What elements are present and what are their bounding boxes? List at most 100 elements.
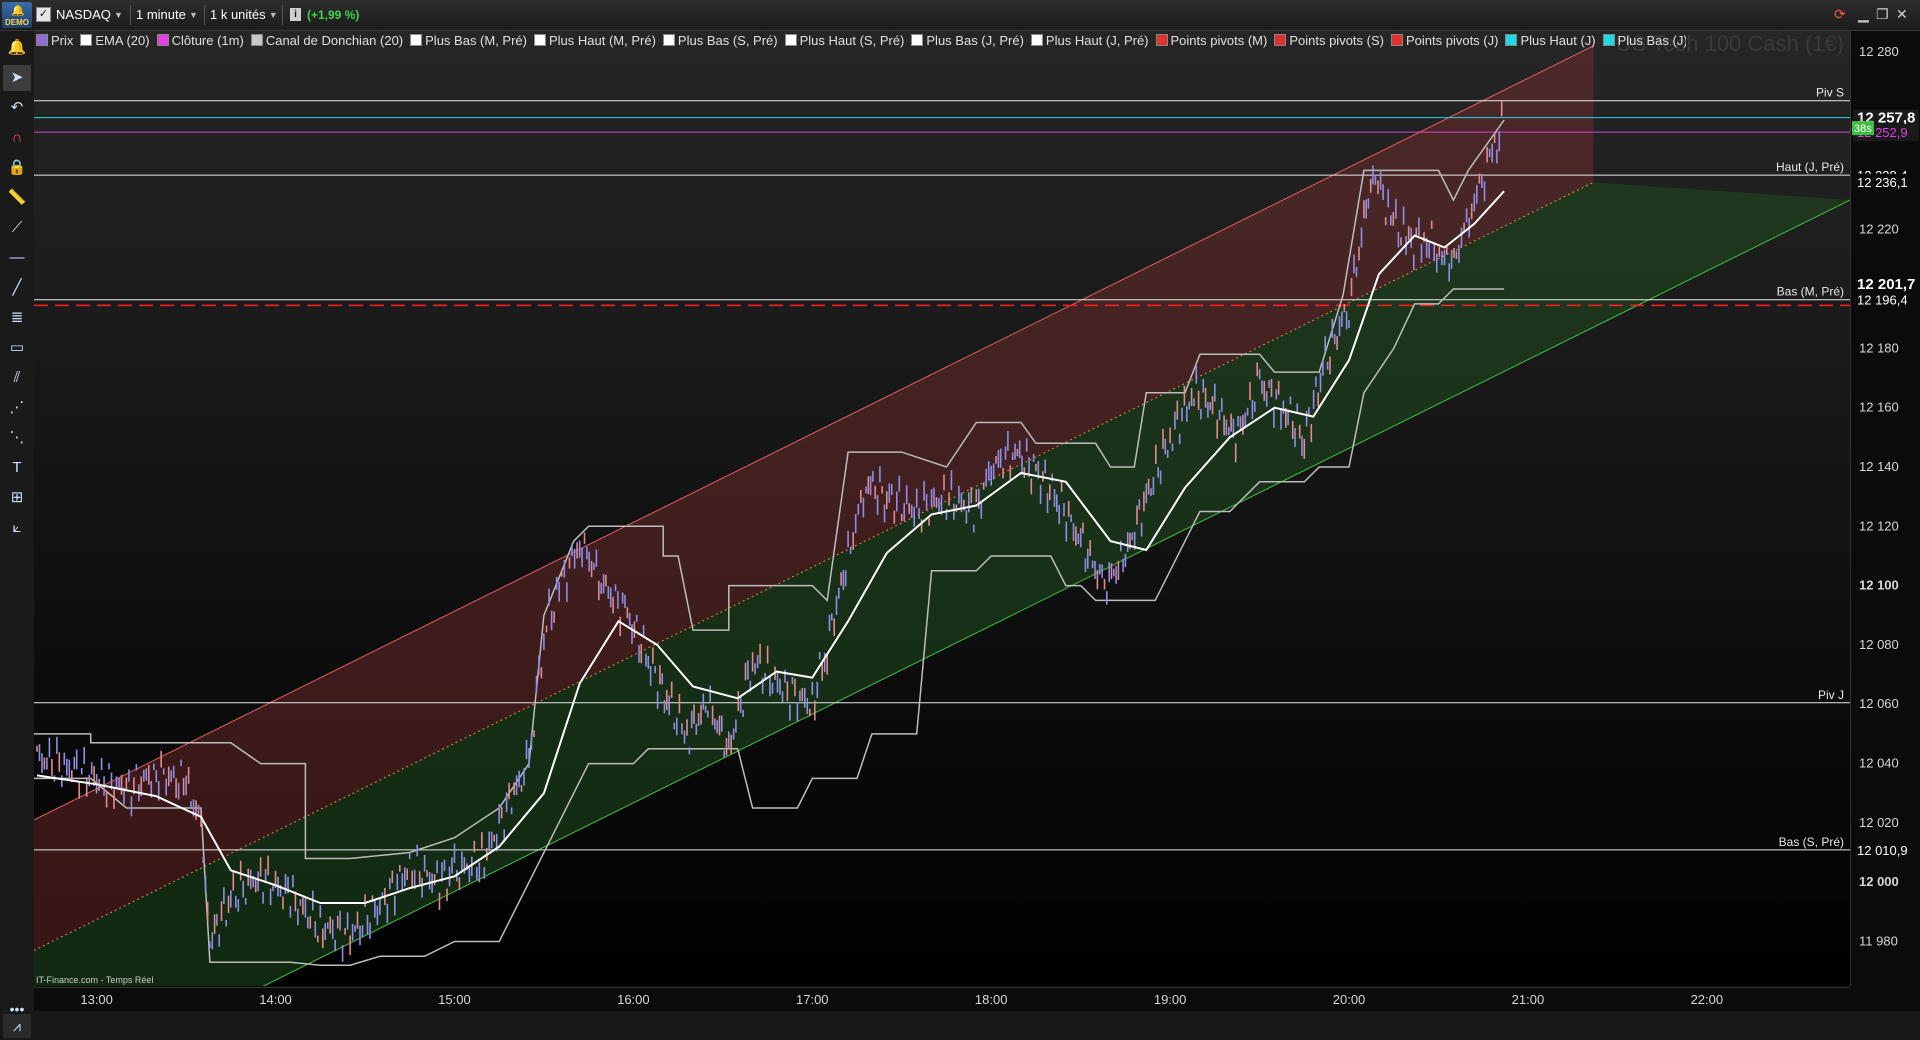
- sync-icon[interactable]: ⟳: [1834, 6, 1846, 23]
- level-label: Piv J: [1818, 688, 1844, 702]
- legend-label: Plus Haut (J, Pré): [1045, 33, 1149, 48]
- text-icon[interactable]: T: [3, 455, 31, 481]
- legend-swatch: [250, 34, 263, 46]
- legend-item[interactable]: Canal de Donchian (20): [250, 32, 403, 50]
- time-tick-label: 17:00: [796, 992, 829, 1007]
- time-tick-label: 20:00: [1333, 992, 1366, 1007]
- price-tick-label: 12 160: [1859, 400, 1899, 415]
- legend-swatch: [410, 34, 423, 46]
- magnet-icon[interactable]: ∩: [3, 125, 31, 151]
- drawing-toolbar: 🔔 ➤ ↶ ∩ 🔒 📏 ⟋ — ╱ ≣ ▭ ⫽ ⋰ ⋱ T ⊞ ⟀: [0, 31, 35, 1040]
- channel-icon[interactable]: ⫽: [3, 365, 31, 391]
- legend-label: Plus Haut (M, Pré): [549, 33, 656, 48]
- segment-icon[interactable]: ⟋: [3, 215, 31, 241]
- timer-badge-label: 38s: [1854, 123, 1872, 135]
- legend-swatch: [156, 34, 169, 46]
- instrument-checkbox[interactable]: ✓: [36, 7, 51, 22]
- time-tick-label: 16:00: [617, 992, 650, 1007]
- time-tick-label: 21:00: [1512, 992, 1545, 1007]
- toolbar-divider: [204, 5, 205, 25]
- chart-type-icon[interactable]: ⩘: [3, 1014, 31, 1038]
- chart-area[interactable]: US Tech 100 Cash (1€) Piv S Haut (J, Pré)…: [34, 31, 1886, 986]
- gann-icon[interactable]: ⟀: [3, 515, 31, 541]
- chevron-down-icon: ▼: [188, 10, 198, 20]
- legend-item[interactable]: Points pivots (J): [1390, 32, 1498, 50]
- waves-icon[interactable]: ⋰: [3, 395, 31, 421]
- legend-item[interactable]: Prix: [36, 32, 73, 50]
- ruler-icon[interactable]: 📏: [3, 185, 31, 211]
- toolbar: 🔔 DEMO ✓ NASDAQ ▼ 1 minute ▼ 1 k unités …: [0, 0, 1920, 31]
- source-label: IT-Finance.com - Temps Réel: [36, 975, 153, 985]
- restore-icon[interactable]: ❐: [1876, 6, 1889, 23]
- time-axis-labels: 13:00 14:00 15:00 16:00 17:00 18:00 19:00 20:00…: [80, 992, 1723, 1007]
- legend-item[interactable]: Plus Haut (J, Pré): [1030, 32, 1149, 50]
- minimize-icon[interactable]: ▁: [1858, 6, 1869, 23]
- horizontal-line-icon[interactable]: —: [3, 245, 31, 271]
- instrument-label: NASDAQ: [56, 7, 111, 22]
- demo-badge[interactable]: 🔔 DEMO: [2, 2, 32, 28]
- legend-item[interactable]: Points pivots (S): [1274, 32, 1384, 50]
- demo-label: DEMO: [5, 18, 29, 27]
- elliott-icon[interactable]: ⋱: [3, 425, 31, 451]
- price-axis[interactable]: 12 280 12 220 12 180 12 160 12 140 12 120 12 1…: [1850, 31, 1920, 986]
- legend-swatch: [80, 34, 93, 46]
- info-icon[interactable]: i: [290, 8, 301, 21]
- trend-line-icon[interactable]: ╱: [3, 275, 31, 301]
- legend-swatch: [1274, 34, 1287, 46]
- legend-item[interactable]: Plus Bas (S, Pré): [662, 32, 778, 50]
- time-tick-label: 18:00: [975, 992, 1008, 1007]
- legend-label: Clôture (1m): [171, 33, 244, 48]
- rectangle-icon[interactable]: ▭: [3, 335, 31, 361]
- time-axis[interactable]: 13:00 14:00 15:00 16:00 17:00 18:00 19:00 20:00…: [34, 987, 1850, 1012]
- alert-bell-icon: 🔔: [11, 5, 25, 17]
- price-chart[interactable]: US Tech 100 Cash (1€) Piv SHaut (J, Pré)…: [34, 31, 1886, 986]
- close-icon[interactable]: ✕: [1896, 6, 1908, 23]
- units-dropdown[interactable]: 1 k unités ▼: [210, 7, 278, 23]
- fibonacci-icon[interactable]: ≣: [3, 305, 31, 331]
- legend-swatch: [1390, 34, 1403, 46]
- legend-swatch: [1505, 34, 1518, 46]
- alert-icon[interactable]: 🔔: [3, 35, 31, 61]
- price-tick-label: 12 040: [1859, 756, 1899, 771]
- chevron-down-icon: ▼: [268, 10, 278, 20]
- price-label: 12 196,4: [1857, 293, 1908, 308]
- units-label: 1 k unités: [210, 7, 266, 22]
- price-tick-label: 12 080: [1859, 637, 1899, 652]
- legend-item[interactable]: Points pivots (M): [1155, 32, 1267, 50]
- bottom-toolbar: ••• ⩘: [0, 1001, 1920, 1040]
- price-tick-label: 12 000: [1859, 874, 1899, 889]
- time-tick-label: 19:00: [1154, 992, 1187, 1007]
- level-label: Haut (J, Pré): [1776, 160, 1844, 174]
- price-label: 12 236,1: [1857, 175, 1908, 190]
- legend-item[interactable]: Plus Bas (M, Pré): [410, 32, 527, 50]
- chevron-down-icon: ▼: [113, 10, 123, 20]
- legend-swatch: [1030, 34, 1043, 46]
- undo-icon[interactable]: ↶: [3, 95, 31, 121]
- time-tick-label: 13:00: [80, 992, 113, 1007]
- price-label: 12 201,7: [1857, 276, 1915, 293]
- legend-swatch: [784, 34, 797, 46]
- legend-item[interactable]: EMA (20): [80, 32, 150, 50]
- legend-swatch: [1602, 34, 1615, 46]
- toolbar-divider: [282, 5, 283, 25]
- legend-item[interactable]: Plus Haut (S, Pré): [784, 32, 905, 50]
- legend-item[interactable]: Plus Haut (J): [1505, 32, 1596, 50]
- legend-label: Plus Bas (S, Pré): [677, 33, 778, 48]
- interval-dropdown[interactable]: 1 minute ▼: [136, 7, 198, 23]
- toolbar-divider: [130, 5, 131, 25]
- legend-item[interactable]: Plus Bas (J): [1602, 32, 1686, 50]
- legend-label: Plus Haut (S, Pré): [799, 33, 905, 48]
- legend-label: Plus Bas (J, Pré): [926, 33, 1024, 48]
- instrument-dropdown[interactable]: NASDAQ ▼: [56, 7, 123, 23]
- fibonacci-time-icon[interactable]: ⊞: [3, 485, 31, 511]
- level-label: Piv S: [1816, 86, 1844, 100]
- legend-item[interactable]: Plus Bas (J, Pré): [911, 32, 1024, 50]
- legend-item[interactable]: Plus Haut (M, Pré): [534, 32, 656, 50]
- legend-item[interactable]: Clôture (1m): [156, 32, 244, 50]
- lock-icon[interactable]: 🔒: [3, 155, 31, 181]
- legend-swatch: [662, 34, 675, 46]
- price-tick-label: 12 180: [1859, 340, 1899, 355]
- price-change: (+1,99 %): [307, 8, 360, 22]
- legend-swatch: [1155, 34, 1168, 46]
- cursor-icon[interactable]: ➤: [3, 65, 31, 91]
